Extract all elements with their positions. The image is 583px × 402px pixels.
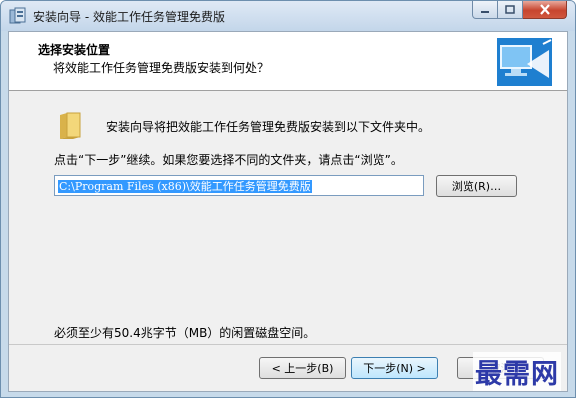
- folder-message: 安装向导将把效能工作任务管理免费版安装到以下文件夹中。: [106, 120, 431, 134]
- back-button[interactable]: < 上一步(B): [259, 357, 346, 379]
- maximize-icon: [505, 5, 515, 14]
- install-path-input[interactable]: C:\Program Files (x86)\效能工作任务管理免费版: [54, 175, 424, 196]
- minimize-button[interactable]: [472, 1, 498, 19]
- next-button[interactable]: 下一步(N) >: [351, 357, 438, 379]
- browse-button[interactable]: 浏览(R)…: [436, 175, 517, 197]
- wizard-header: 选择安装位置 将效能工作任务管理免费版安装到何处？: [9, 32, 567, 91]
- watermark: 最需网: [473, 352, 561, 391]
- instruction-text: 点击“下一步”继续。如果您要选择不同的文件夹，请点击“浏览”。: [54, 153, 403, 167]
- caption-buttons: [472, 1, 567, 21]
- page-subtitle: 将效能工作任务管理免费版安装到何处？: [53, 61, 270, 75]
- title-bar[interactable]: 安装向导 - 效能工作任务管理免费版: [1, 1, 575, 31]
- setup-computer-icon: [497, 38, 552, 86]
- close-icon: [539, 4, 550, 15]
- install-path-value: C:\Program Files (x86)\效能工作任务管理免费版: [58, 180, 312, 193]
- minimize-icon: [481, 10, 489, 13]
- maximize-button[interactable]: [498, 1, 523, 19]
- disk-space-text: 必须至少有50.4兆字节（MB）的闲置磁盘空间。: [54, 326, 316, 340]
- page-title: 选择安装位置: [38, 43, 111, 57]
- window-title: 安装向导 - 效能工作任务管理免费版: [33, 10, 225, 24]
- close-button[interactable]: [523, 1, 567, 19]
- wizard-page: 选择安装位置 将效能工作任务管理免费版安装到何处？ 安装向导将把效能工作任务管理…: [8, 31, 568, 392]
- folder-icon: [60, 112, 81, 139]
- button-divider: [9, 344, 567, 345]
- installer-app-icon: [9, 7, 26, 24]
- installer-window: 安装向导 - 效能工作任务管理免费版 选择安装位置 将效能工作任务管理免费版安装…: [0, 0, 576, 398]
